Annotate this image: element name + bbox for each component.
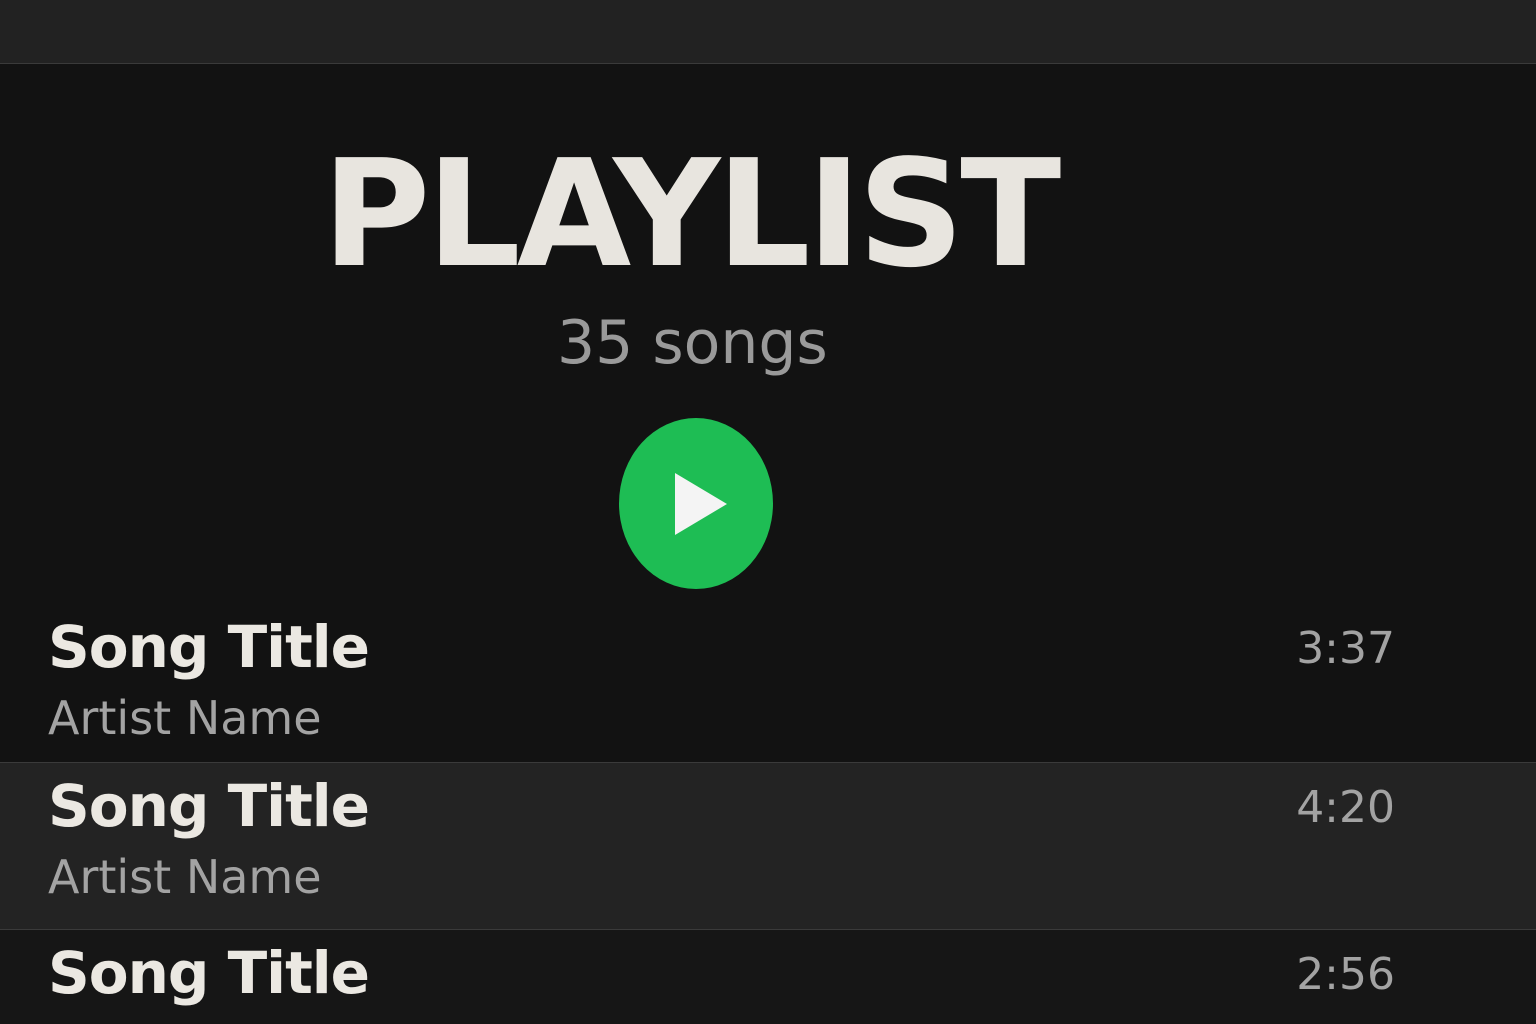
playlist-title: PLAYLIST — [322, 128, 1061, 300]
track-row[interactable]: Song Title Artist Name 4:20 — [0, 762, 1536, 930]
track-title: Song Title — [48, 939, 370, 1007]
track-title: Song Title — [48, 772, 370, 840]
track-row[interactable]: Song Title Artist Name 3:37 — [0, 604, 1536, 762]
track-duration: 2:56 — [1296, 949, 1395, 1000]
track-row[interactable]: Song Title 2:56 — [0, 930, 1536, 1024]
play-button[interactable] — [619, 418, 773, 589]
track-artist: Artist Name — [48, 850, 322, 904]
top-bar — [0, 0, 1536, 64]
playlist-header: PLAYLIST 35 songs — [0, 64, 1536, 604]
track-artist: Artist Name — [48, 691, 322, 745]
song-count: 35 songs — [557, 308, 828, 378]
track-duration: 3:37 — [1296, 623, 1395, 674]
track-title: Song Title — [48, 613, 370, 681]
track-duration: 4:20 — [1296, 782, 1395, 833]
play-icon — [675, 473, 727, 535]
